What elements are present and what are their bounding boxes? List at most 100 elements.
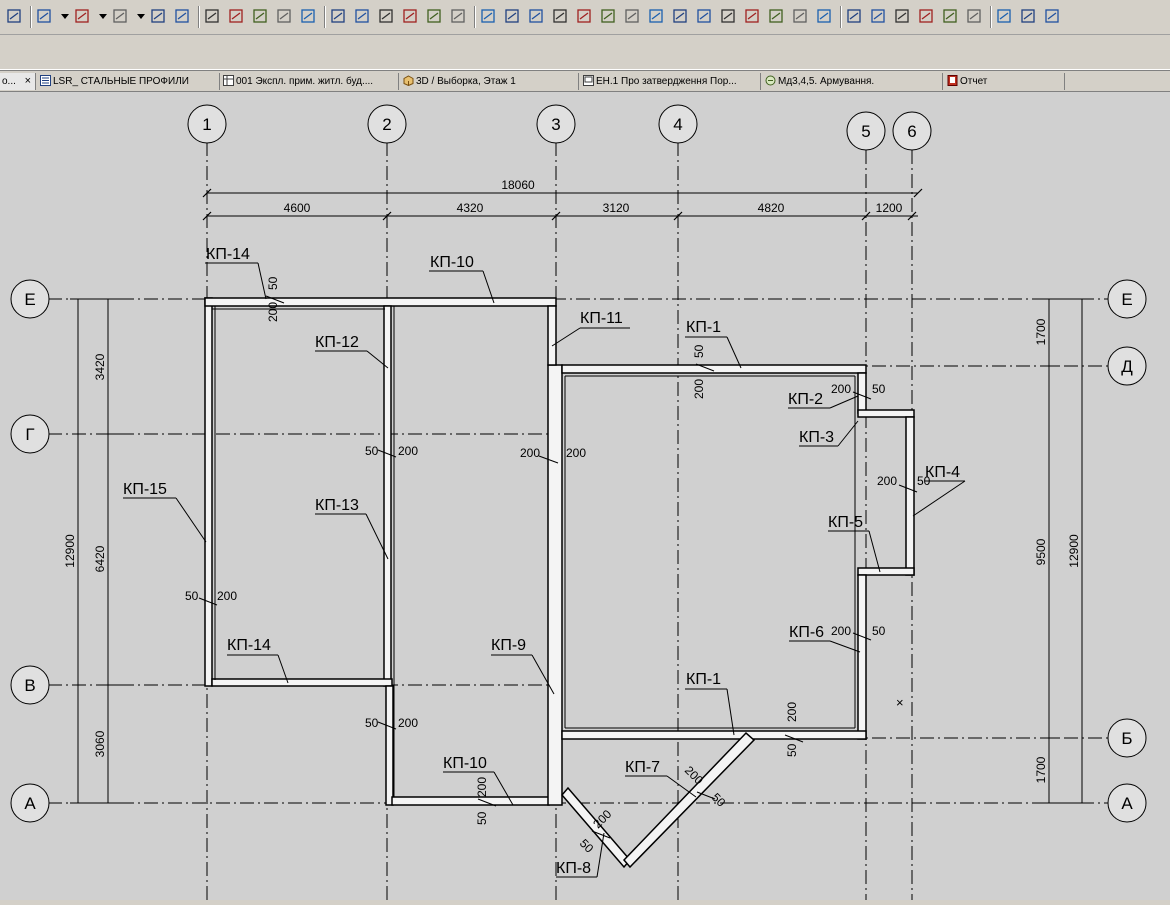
offset-label: 200 [785, 702, 799, 722]
document-red-icon[interactable] [330, 8, 346, 24]
tab-label: о... [2, 76, 16, 87]
mark-label: КП-3 [799, 429, 834, 446]
3d-box-icon [403, 75, 414, 86]
tab-label: 001 Экспл. прим. житл. буд.... [236, 76, 374, 87]
dimension-value: 4820 [758, 201, 785, 215]
tab-report[interactable]: Отчет [945, 73, 1065, 90]
tab-detail[interactable]: Мд3,4,5. Армування. [763, 73, 943, 90]
mark-label: КП-7 [625, 759, 660, 776]
node4-icon[interactable] [552, 8, 568, 24]
axis-label: Е [24, 290, 35, 309]
layout-icon [583, 75, 594, 86]
view4-icon[interactable] [918, 8, 934, 24]
magnify-icon[interactable] [792, 8, 808, 24]
axis-label: 5 [861, 122, 870, 141]
toolbar-separator [198, 6, 200, 28]
offset-label: 50 [365, 444, 379, 458]
lock-icon[interactable] [744, 8, 760, 24]
dimension-value: 9500 [1034, 538, 1048, 565]
mark-label: КП-8 [556, 860, 591, 877]
axis-label: Г [25, 425, 34, 444]
cube-icon[interactable] [300, 8, 316, 24]
offset-label: 50 [917, 474, 931, 488]
mark-label: КП-1 [686, 319, 721, 336]
axis-bubbles-side: Е Г В А Е Д Б А [10, 279, 1147, 823]
node6-icon[interactable] [600, 8, 616, 24]
view2-icon[interactable] [870, 8, 886, 24]
mark-label: КП-14 [206, 246, 250, 263]
axis-label: 4 [673, 115, 682, 134]
tool-icon[interactable] [74, 8, 90, 24]
down-icon[interactable] [648, 8, 664, 24]
mark-label: КП-13 [315, 497, 359, 514]
view5-icon[interactable] [942, 8, 958, 24]
camera-icon[interactable] [966, 8, 982, 24]
tab-layout[interactable]: ЕН.1 Про затвердження Пор... [581, 73, 761, 90]
profile-marks: КП-14 КП-10 КП-11 КП-1 КП-12 КП-2 КП-3 К… [123, 246, 960, 877]
dimension-chain-top [202, 188, 923, 221]
dimension-value: 4600 [284, 201, 311, 215]
mark-label: КП-11 [580, 310, 623, 327]
mark-label: КП-15 [123, 481, 167, 498]
view1-icon[interactable] [846, 8, 862, 24]
dimension-value: 6420 [93, 545, 107, 572]
offset-label: 50 [872, 624, 886, 638]
window-icon[interactable] [426, 8, 442, 24]
toolbar-separator [324, 6, 326, 28]
tab-current[interactable]: о... × [0, 73, 36, 90]
mark-label: КП-5 [828, 514, 863, 531]
offset-label: 200 [475, 777, 489, 797]
tab-label: Отчет [960, 76, 988, 87]
close-icon[interactable]: × [25, 73, 31, 90]
detail-icon [765, 75, 776, 86]
offset-label: 200 [831, 382, 851, 396]
pencil-settings-icon[interactable] [150, 8, 166, 24]
axis-label: 3 [551, 115, 560, 134]
tab-label: Мд3,4,5. Армування. [778, 76, 875, 87]
section-icon[interactable] [1020, 8, 1036, 24]
tab-3d-view[interactable]: 3D / Выборка, Этаж 1 [401, 73, 579, 90]
arrow-select-icon[interactable] [36, 8, 52, 24]
node2-icon[interactable] [504, 8, 520, 24]
red-arrow-icon[interactable] [204, 8, 220, 24]
offset-label: 200 [266, 302, 280, 322]
group-icon[interactable] [768, 8, 784, 24]
hatch-icon[interactable] [450, 8, 466, 24]
up-icon[interactable] [624, 8, 640, 24]
arc-icon[interactable] [276, 8, 292, 24]
layers-icon[interactable] [354, 8, 370, 24]
main-toolbar [0, 0, 1170, 35]
bridge-icon[interactable] [402, 8, 418, 24]
table-icon [223, 75, 234, 86]
offset-label: 200 [398, 444, 418, 458]
tab-label: ЕН.1 Про затвердження Пор... [596, 76, 737, 87]
table-icon[interactable] [174, 8, 190, 24]
tab-steel-profiles[interactable]: LSR_ СТАЛЬНЫЕ ПРОФИЛИ [38, 73, 220, 90]
move-icon[interactable] [672, 8, 688, 24]
snap-icon[interactable] [816, 8, 832, 24]
text-icon[interactable] [228, 8, 244, 24]
node5-icon[interactable] [576, 8, 592, 24]
axis-label: Е [1121, 290, 1132, 309]
node3-icon[interactable] [528, 8, 544, 24]
corner-icon[interactable] [252, 8, 268, 24]
elevation-icon[interactable] [1044, 8, 1060, 24]
dimension-value: 3120 [603, 201, 630, 215]
floor-plan-icon[interactable] [996, 8, 1012, 24]
node-icon[interactable] [480, 8, 496, 24]
axis-label: А [24, 794, 36, 813]
view3-icon[interactable] [894, 8, 910, 24]
rotate-icon[interactable] [696, 8, 712, 24]
drawing-canvas[interactable]: 1 2 3 4 5 6 Е Г В А Е Д Б А 18060 4600 4… [0, 92, 1170, 900]
offset-label: 200 [831, 624, 851, 638]
grid-dots-icon[interactable] [112, 8, 128, 24]
stack-icon[interactable] [378, 8, 394, 24]
floor-plan-drawing[interactable]: 1 2 3 4 5 6 Е Г В А Е Д Б А 18060 4600 4… [0, 92, 1170, 900]
mark-label: КП-14 [227, 637, 271, 654]
undo-icon[interactable] [6, 8, 22, 24]
steel-profile-walls[interactable] [204, 297, 915, 869]
list-icon [40, 75, 51, 86]
tab-explication[interactable]: 001 Экспл. прим. житл. буд.... [221, 73, 399, 90]
mirror-icon[interactable] [720, 8, 736, 24]
axis-label: 6 [907, 122, 916, 141]
